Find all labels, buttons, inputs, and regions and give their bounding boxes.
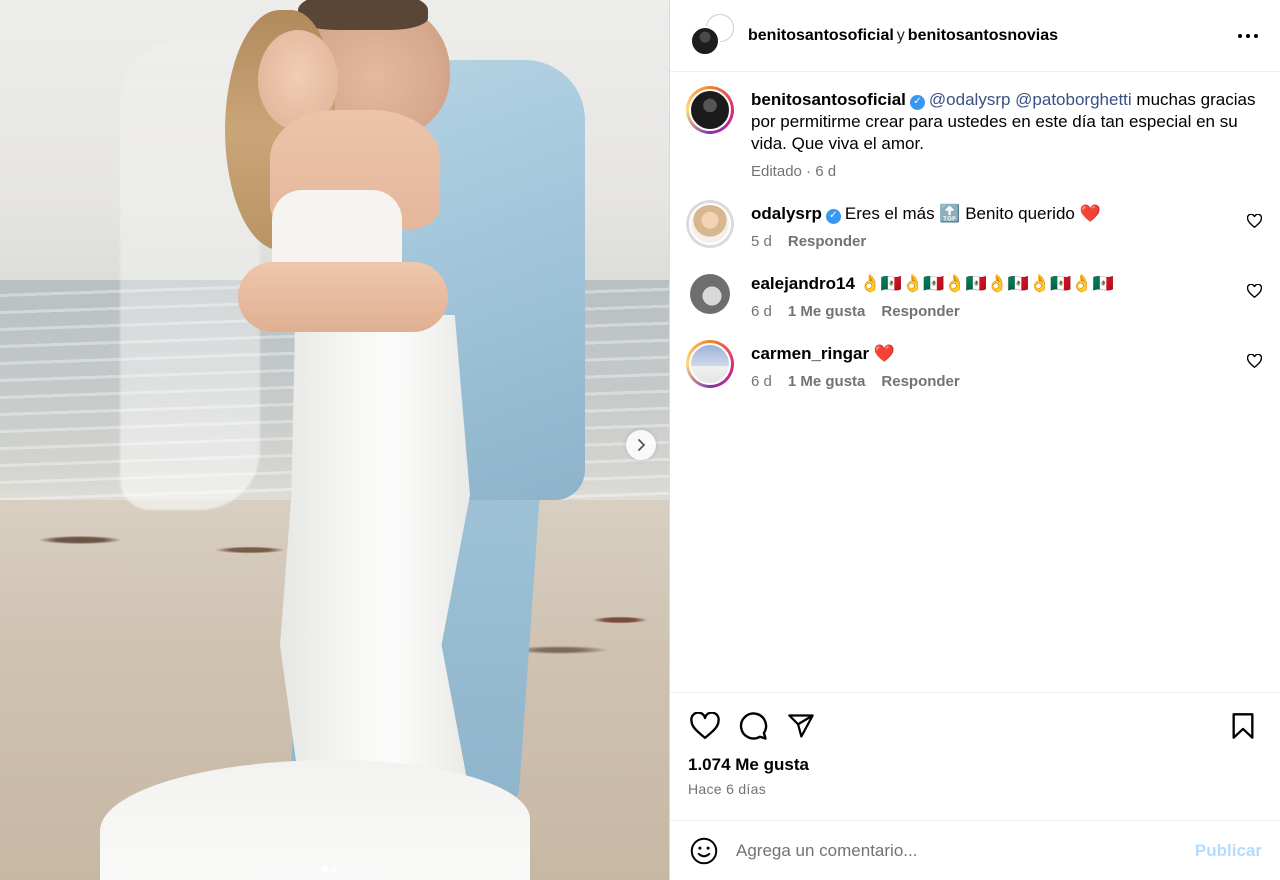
smiley-icon (690, 837, 718, 864)
share-button[interactable] (784, 709, 818, 743)
reply-button[interactable]: Responder (881, 303, 959, 320)
caption: benitosantosoficial ✓ @odalysrp @patoborgh… (686, 86, 1266, 180)
avatar-image (689, 203, 731, 245)
comment-item: ealejandro14 👌🇲🇽👌🇲🇽👌🇲🇽👌🇲🇽👌🇲🇽👌🇲🇽 6 d 1 Me… (686, 270, 1266, 320)
emoji-picker-button[interactable] (688, 835, 720, 867)
mention-link[interactable]: @odalysrp (929, 90, 1011, 109)
post-panel: benitosantosoficial y benitosantosnovias b… (669, 0, 1280, 880)
reply-button[interactable]: Responder (881, 373, 959, 390)
collab-names: benitosantosoficial y benitosantosnovias (748, 27, 1236, 45)
heart-icon (690, 712, 720, 740)
comment-text: ealejandro14 👌🇲🇽👌🇲🇽👌🇲🇽👌🇲🇽👌🇲🇽👌🇲🇽 (751, 270, 1114, 295)
collab-avatars[interactable] (688, 13, 734, 58)
comment-item: carmen_ringar ❤️ 6 d 1 Me gusta Responde… (686, 340, 1266, 390)
comment-item: odalysrp ✓ Eres el más 🔝 Benito querido ❤️… (686, 200, 1266, 250)
comment-username[interactable]: odalysrp (751, 204, 822, 223)
publish-button[interactable]: Publicar (1195, 841, 1262, 861)
comment-username[interactable]: carmen_ringar (751, 344, 869, 363)
comment-likes[interactable]: 1 Me gusta (788, 303, 866, 320)
header-joiner: y (896, 26, 905, 44)
heart-icon (1246, 213, 1263, 229)
heart-icon (1246, 283, 1263, 299)
avatar[interactable] (690, 274, 730, 314)
post-header: benitosantosoficial y benitosantosnovias (670, 0, 1280, 72)
comment-bubble-icon (739, 712, 768, 740)
avatar (689, 89, 731, 131)
caption-text: benitosantosoficial ✓ @odalysrp @patoborgh… (751, 86, 1266, 155)
verified-badge-icon: ✓ (909, 94, 925, 110)
comment-like-button[interactable] (1246, 283, 1263, 303)
groom-hair (298, 0, 428, 30)
caption-username[interactable]: benitosantosoficial (751, 90, 906, 109)
comment-meta: 6 d 1 Me gusta Responder (751, 303, 1114, 320)
post-viewer: benitosantosoficial y benitosantosnovias b… (0, 0, 1280, 880)
comment-username[interactable]: ealejandro14 (751, 274, 855, 293)
post-photo[interactable] (0, 0, 669, 880)
avatar-image (689, 343, 731, 385)
mention-link[interactable]: @patoborghetti (1015, 90, 1132, 109)
action-bar (688, 709, 1260, 743)
heart-icon (1246, 353, 1263, 369)
like-button[interactable] (688, 709, 722, 743)
comment-time: 6 d (751, 303, 772, 320)
comment-meta: 5 d Responder (751, 233, 1101, 250)
comment-input[interactable] (736, 840, 1195, 861)
dress-bodice (272, 190, 402, 270)
avatar-benitosantosoficial[interactable] (690, 25, 720, 56)
comment-time: 5 d (751, 233, 772, 250)
comment-body: 👌🇲🇽👌🇲🇽👌🇲🇽👌🇲🇽👌🇲🇽👌🇲🇽 (859, 274, 1114, 293)
reply-button[interactable]: Responder (788, 233, 866, 250)
comments-list[interactable]: benitosantosoficial ✓ @odalysrp @patoborgh… (670, 72, 1280, 692)
comment-body: ❤️ (873, 344, 896, 363)
add-comment-bar: Publicar (670, 820, 1280, 880)
comment-like-button[interactable] (1246, 353, 1263, 373)
send-paper-plane-icon (788, 714, 814, 738)
likes-count[interactable]: 1.074 Me gusta (688, 755, 1260, 775)
avatar[interactable] (686, 200, 734, 248)
header-username-2[interactable]: benitosantosnovias (908, 27, 1058, 44)
more-horizontal-icon (1238, 33, 1258, 38)
comment-likes[interactable]: 1 Me gusta (788, 373, 866, 390)
comment-like-button[interactable] (1246, 213, 1263, 233)
carousel-indicator (322, 866, 338, 872)
carousel-dot (332, 866, 338, 872)
header-username-1[interactable]: benitosantosoficial (748, 27, 894, 44)
comment-text: carmen_ringar ❤️ (751, 340, 960, 365)
verified-badge-icon: ✓ (825, 208, 841, 224)
caption-meta: Editado · 6 d (751, 163, 1266, 180)
avatar-story-ring[interactable] (686, 86, 734, 134)
chevron-right-icon (638, 439, 646, 451)
comment-body: Eres el más 🔝 Benito querido ❤️ (844, 204, 1101, 223)
more-options-button[interactable] (1236, 24, 1260, 48)
bookmark-icon (1232, 713, 1254, 739)
save-button[interactable] (1226, 709, 1260, 743)
post-actions: 1.074 Me gusta Hace 6 días (670, 692, 1280, 820)
carousel-dot-active (322, 866, 328, 872)
comment-meta: 6 d 1 Me gusta Responder (751, 373, 960, 390)
caption-timestamp: Editado · 6 d (751, 163, 837, 180)
avatar-story-ring[interactable] (686, 340, 734, 388)
embracing-arms (238, 262, 448, 332)
post-timestamp: Hace 6 días (688, 781, 767, 797)
carousel-next-button[interactable] (626, 430, 656, 460)
comment-text: odalysrp ✓ Eres el más 🔝 Benito querido ❤️ (751, 200, 1101, 225)
comment-button[interactable] (736, 709, 770, 743)
comment-time: 6 d (751, 373, 772, 390)
